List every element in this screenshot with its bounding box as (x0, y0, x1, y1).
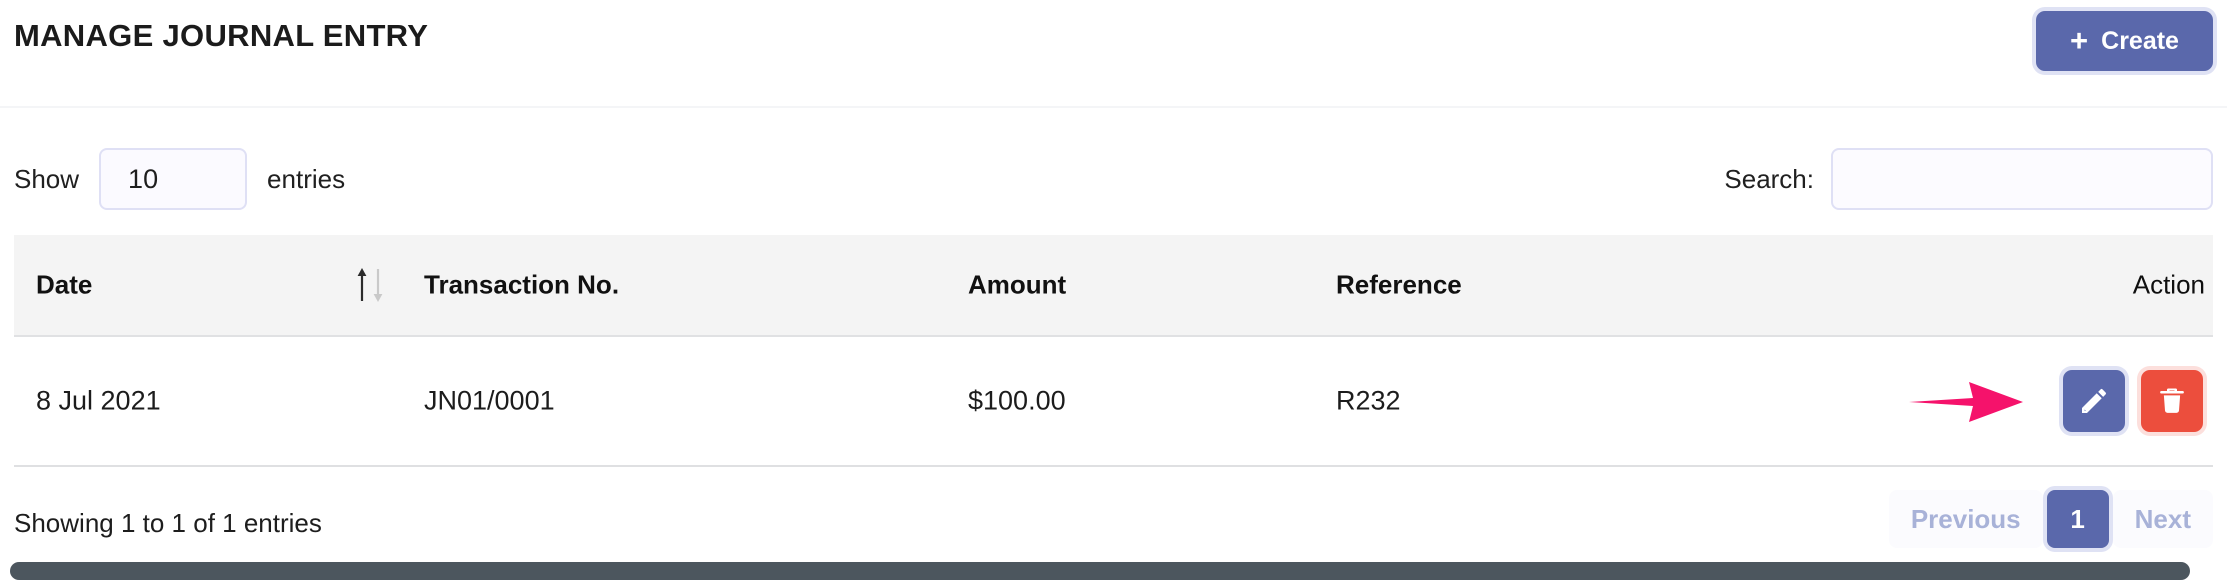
cell-date: 8 Jul 2021 (36, 385, 161, 416)
trash-icon (2157, 386, 2187, 416)
pagination-previous-button[interactable]: Previous (1888, 490, 2043, 548)
table-row: 8 Jul 2021 JN01/0001 $100.00 R232 (14, 337, 2213, 467)
create-button[interactable]: + Create (2036, 11, 2213, 71)
row-actions (2063, 370, 2203, 432)
journal-entry-table: Date Transaction No. Amount Reference Ac… (14, 235, 2213, 467)
edit-button[interactable] (2063, 370, 2125, 432)
cell-reference: R232 (1336, 385, 1401, 416)
column-header-reference[interactable]: Reference (1336, 270, 1462, 301)
entries-length-prefix-label: Show (14, 163, 80, 194)
search-control: Search: (1724, 148, 2213, 210)
page-title: MANAGE JOURNAL ENTRY (14, 18, 429, 53)
column-header-date[interactable]: Date (36, 270, 92, 301)
cell-transaction-no: JN01/0001 (424, 385, 555, 416)
entries-length-select[interactable]: 10 (99, 148, 248, 210)
table-footer: Showing 1 to 1 of 1 entries Previous 1 N… (0, 470, 2227, 560)
sort-updown-icon[interactable] (353, 265, 387, 305)
column-header-transaction-no[interactable]: Transaction No. (424, 270, 619, 301)
horizontal-scrollbar[interactable] (0, 560, 2227, 582)
annotation-arrow-icon (1907, 374, 2027, 428)
search-label: Search: (1724, 163, 1814, 194)
table-controls: Show 10 entries Search: (0, 108, 2227, 235)
pagination-next-button[interactable]: Next (2112, 490, 2213, 548)
column-header-action: Action (2132, 269, 2205, 300)
entries-length-control: Show 10 entries (14, 148, 345, 210)
column-header-amount[interactable]: Amount (968, 270, 1066, 301)
delete-button[interactable] (2141, 370, 2203, 432)
entries-length-suffix-label: entries (267, 163, 346, 194)
page-header: MANAGE JOURNAL ENTRY + Create (0, 0, 2227, 108)
pagination: Previous 1 Next (1888, 490, 2213, 548)
manage-journal-entry-page: MANAGE JOURNAL ENTRY + Create Show 10 en… (0, 0, 2227, 582)
pencil-icon (2078, 385, 2110, 417)
pagination-page-1-button[interactable]: 1 (2046, 490, 2109, 548)
cell-amount: $100.00 (968, 385, 1066, 416)
table-info: Showing 1 to 1 of 1 entries (14, 508, 322, 538)
search-input[interactable] (1831, 148, 2213, 210)
create-button-label: Create (2101, 26, 2179, 55)
plus-icon: + (2070, 22, 2089, 58)
table-header-row: Date Transaction No. Amount Reference Ac… (14, 235, 2213, 337)
horizontal-scrollbar-thumb[interactable] (10, 562, 2190, 580)
